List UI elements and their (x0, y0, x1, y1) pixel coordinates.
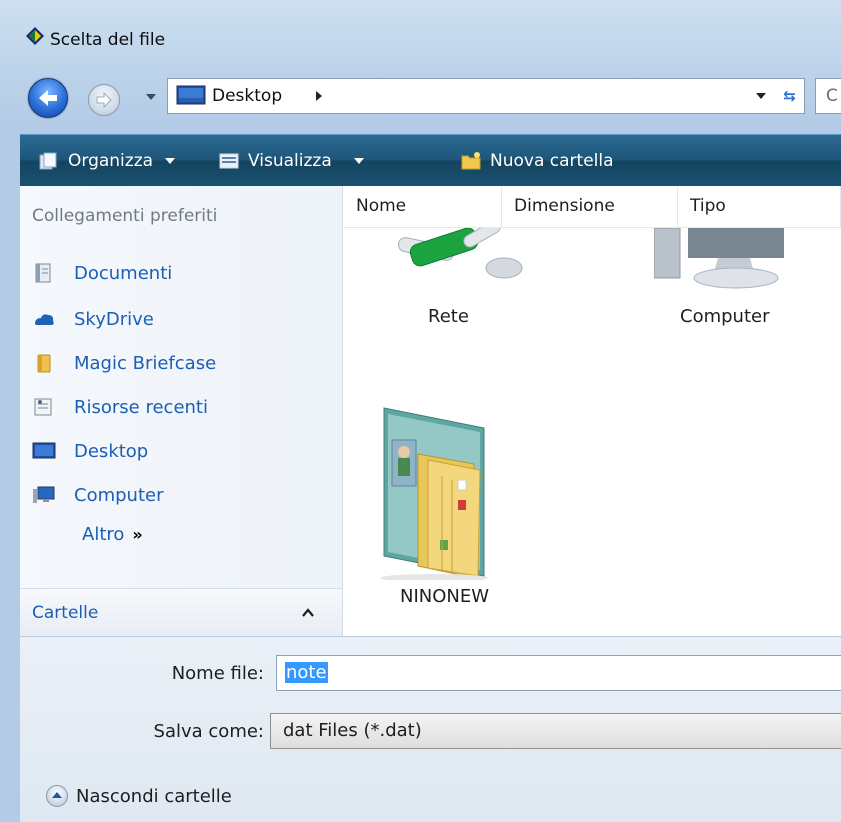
hide-folders-label: Nascondi cartelle (76, 785, 232, 807)
nav-item-risorse-recenti[interactable]: Risorse recenti (32, 392, 208, 422)
file-dialog-window: Scelta del file Desktop ⇆ C Organizza Vi… (0, 0, 841, 822)
navigation-pane: Collegamenti preferiti Documenti SkyDriv… (20, 186, 343, 636)
nav-item-label: Desktop (74, 440, 149, 462)
filename-label: Nome file: (171, 663, 264, 684)
forward-arrow-icon (96, 91, 112, 109)
filename-value[interactable]: note (285, 662, 328, 683)
filename-input[interactable]: note (276, 655, 841, 691)
column-header: Nome Dimensione Tipo (344, 186, 841, 228)
saveas-label: Salva come: (153, 721, 264, 742)
search-input[interactable]: C (815, 78, 841, 114)
nav-item-documenti[interactable]: Documenti (32, 258, 172, 288)
hide-folders-button[interactable]: Nascondi cartelle (46, 785, 232, 807)
briefcase-icon (37, 354, 51, 373)
breadcrumb-chevron-icon[interactable] (316, 91, 322, 101)
file-name: Rete (428, 306, 469, 327)
recent-items-icon (34, 398, 52, 416)
skydrive-icon (35, 314, 54, 325)
title-bar: Scelta del file (0, 0, 841, 62)
file-item-computer[interactable]: Computer (654, 228, 834, 338)
nav-item-label: Risorse recenti (74, 396, 208, 418)
new-folder-label: Nuova cartella (490, 151, 614, 171)
file-name: NINONEW (400, 586, 490, 607)
address-bar[interactable]: Desktop (167, 78, 803, 114)
nav-item-label: SkyDrive (74, 308, 154, 330)
nav-item-magic-briefcase[interactable]: Magic Briefcase (32, 348, 216, 378)
chevron-up-icon (302, 608, 314, 617)
app-diamond-icon (26, 27, 44, 45)
folders-label: Cartelle (32, 602, 99, 623)
nav-item-computer[interactable]: Computer (32, 480, 163, 510)
nav-item-label: Computer (74, 484, 164, 506)
save-form: Nome file: note Salva come: dat Files (*… (20, 636, 841, 822)
recent-pages-dropdown[interactable] (146, 94, 156, 100)
organize-label: Organizza (68, 151, 154, 171)
chevron-up-circle-icon (46, 785, 68, 807)
file-name: Computer (680, 306, 770, 327)
more-links-label: Altro (82, 524, 125, 545)
double-chevron-icon: » (132, 525, 143, 544)
window-title: Scelta del file (50, 30, 166, 50)
column-tipo[interactable]: Tipo (678, 186, 841, 228)
user-folder-icon (380, 407, 488, 580)
favorites-header: Collegamenti preferiti (32, 206, 218, 226)
views-dropdown-icon (353, 158, 364, 164)
desktop-icon (32, 442, 56, 459)
forward-button[interactable] (88, 84, 120, 116)
more-links[interactable]: Altro » (82, 524, 143, 545)
main-area: Collegamenti preferiti Documenti SkyDriv… (20, 186, 841, 636)
new-folder-button[interactable]: Nuova cartella (460, 135, 614, 187)
documents-icon (35, 263, 51, 283)
file-list-pane: Nome Dimensione Tipo Rete Computer NINON… (344, 186, 841, 636)
column-dimensione[interactable]: Dimensione (502, 186, 678, 228)
address-dropdown-icon[interactable] (756, 93, 766, 99)
views-button[interactable]: Visualizza (218, 135, 364, 187)
organize-button[interactable]: Organizza (38, 135, 176, 187)
network-icon (397, 228, 523, 279)
new-folder-icon (461, 152, 481, 170)
refresh-button[interactable]: ⇆ (775, 78, 805, 114)
file-item-rete[interactable]: Rete (344, 228, 564, 338)
back-arrow-icon (39, 90, 57, 106)
saveas-select[interactable]: dat Files (*.dat) (270, 713, 841, 749)
nav-item-label: Documenti (74, 262, 173, 284)
command-bar: Organizza Visualizza Nuova cartella (20, 134, 841, 186)
nav-item-label: Magic Briefcase (74, 352, 217, 374)
views-label: Visualizza (248, 151, 332, 171)
back-button[interactable] (28, 78, 68, 118)
address-location[interactable]: Desktop (212, 86, 282, 106)
organize-dropdown-icon (165, 158, 176, 164)
nav-item-skydrive[interactable]: SkyDrive (32, 304, 154, 334)
organize-icon (39, 152, 57, 170)
column-nome[interactable]: Nome (344, 186, 502, 228)
views-icon (219, 153, 239, 169)
computer-icon (654, 228, 784, 289)
nav-item-desktop[interactable]: Desktop (32, 436, 148, 466)
desktop-icon (176, 85, 206, 105)
file-item-ninonew[interactable]: NINONEW (374, 400, 524, 626)
folders-toggle[interactable]: Cartelle (20, 588, 342, 636)
computer-icon (33, 486, 55, 503)
